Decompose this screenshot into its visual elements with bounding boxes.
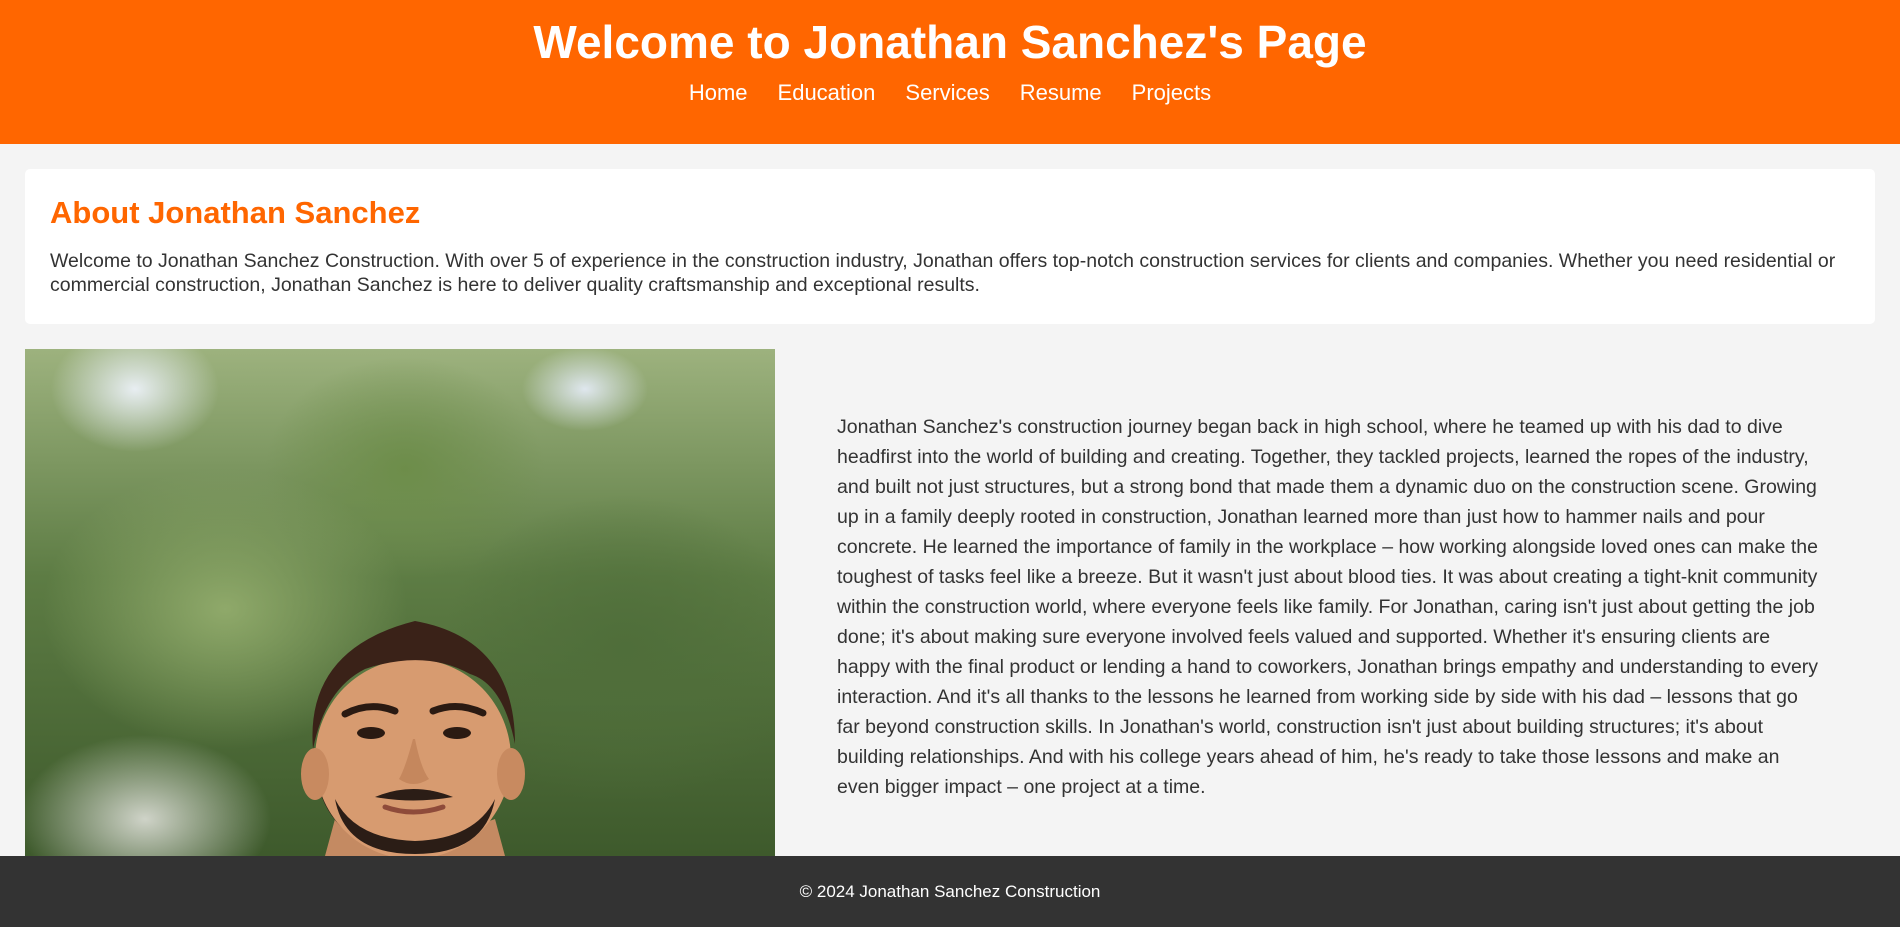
site-footer: © 2024 Jonathan Sanchez Construction [0,856,1900,927]
footer-copyright: © 2024 Jonathan Sanchez Construction [799,882,1101,901]
about-text: Welcome to Jonathan Sanchez Construction… [50,250,1836,296]
nav-link-education[interactable]: Education [778,78,876,108]
main-nav: Home Education Services Resume Projects [0,78,1900,108]
about-heading: About Jonathan Sanchez [50,195,421,230]
profile-photo-illustration [301,621,525,856]
nav-link-projects[interactable]: Projects [1132,78,1211,108]
story-text: Jonathan Sanchez's construction journey … [837,416,1819,798]
nav-link-services[interactable]: Services [905,78,989,108]
nav-link-home[interactable]: Home [689,78,748,108]
page-title: Welcome to Jonathan Sanchez's Page [533,16,1367,68]
nav-link-resume[interactable]: Resume [1020,78,1102,108]
about-section: About Jonathan Sanchez Welcome to Jonath… [25,169,1875,324]
profile-photo [25,349,775,856]
site-header: Welcome to Jonathan Sanchez's Page Home … [0,0,1900,144]
